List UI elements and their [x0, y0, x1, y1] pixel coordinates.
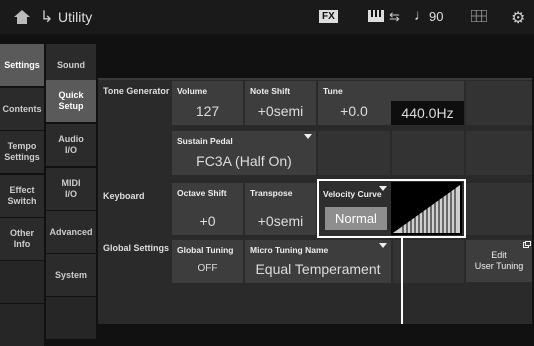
nav-settings[interactable]: Settings — [0, 44, 44, 86]
nav-effect-switch-label: Effect Switch — [7, 185, 37, 206]
dropdown-arrow-icon — [379, 243, 387, 248]
empty-slot-r4 — [393, 240, 464, 283]
octave-shift-label: Octave Shift — [177, 188, 227, 198]
sustain-pedal-value: FC3A (Half On) — [196, 153, 292, 169]
nav-contents[interactable]: Contents — [0, 88, 44, 130]
nav-advanced-label: Advanced — [49, 226, 93, 237]
micro-tuning-name-param[interactable]: Micro Tuning Name Equal Temperament — [245, 240, 391, 283]
back-arrow-icon[interactable]: ↳ — [40, 7, 53, 27]
empty-slot-r1 — [466, 81, 532, 125]
dropdown-arrow-icon — [304, 134, 312, 139]
nav-empty-3 — [46, 297, 96, 339]
note-shift-value: +0semi — [257, 103, 304, 119]
octave-shift-param[interactable]: Octave Shift +0 — [172, 183, 243, 235]
global-tuning-param[interactable]: Global Tuning OFF — [172, 240, 243, 283]
quarter-note-icon: ♩ — [414, 7, 429, 24]
nav-audio-io[interactable]: Audio I/O — [46, 124, 96, 166]
micro-tuning-name-label: Micro Tuning Name — [250, 245, 329, 255]
empty-slot-r2b — [392, 131, 464, 175]
volume-param[interactable]: Volume 127 — [172, 81, 243, 125]
nav-other-info-label: Other Info — [9, 228, 34, 249]
page-title: Utility — [58, 9, 93, 25]
sustain-pedal-label: Sustain Pedal — [177, 136, 233, 146]
usb-icon: ⇆ — [389, 9, 400, 24]
tune-param[interactable]: Tune +0.0 440.0Hz — [318, 81, 464, 125]
window-icon — [523, 241, 531, 248]
nav-advanced[interactable]: Advanced — [46, 211, 96, 253]
nav-contents-label: Contents — [2, 103, 42, 114]
nav-system-label: System — [54, 269, 88, 280]
transpose-value: +0semi — [257, 213, 304, 229]
global-tuning-value: OFF — [197, 263, 218, 274]
note-shift-param[interactable]: Note Shift +0semi — [245, 81, 316, 125]
fx-badge: FX — [319, 10, 338, 23]
gear-icon[interactable]: ⚙ — [511, 8, 525, 28]
sustain-pedal-param[interactable]: Sustain Pedal FC3A (Half On) — [172, 131, 316, 175]
volume-value: 127 — [195, 103, 220, 119]
callout-line — [401, 238, 403, 324]
nav-midi-io-label: MIDI I/O — [61, 178, 81, 199]
octave-shift-value: +0 — [199, 213, 216, 229]
nav-midi-io[interactable]: MIDI I/O — [46, 168, 96, 210]
nav-tempo-settings[interactable]: Tempo Settings — [0, 131, 44, 173]
nav-other-info[interactable]: Other Info — [0, 218, 44, 260]
section-keyboard: Keyboard — [103, 191, 145, 201]
transpose-label: Transpose — [250, 188, 293, 198]
empty-slot-r2c — [466, 131, 532, 175]
home-icon[interactable] — [14, 10, 30, 24]
empty-slot-r2a — [318, 131, 390, 175]
nav-empty-2 — [0, 304, 44, 346]
nav-quick-setup-label: Quick Setup — [58, 90, 84, 111]
edit-user-tuning-label: Edit User Tuning — [474, 250, 524, 271]
empty-slot-r3 — [466, 183, 532, 235]
tune-hz-box: 440.0Hz — [391, 101, 464, 125]
tune-value: +0.0 — [340, 103, 368, 119]
nav-quick-setup[interactable]: Quick Setup — [46, 80, 96, 122]
nav-empty-1 — [0, 261, 44, 303]
section-global-settings: Global Settings — [103, 243, 170, 253]
top-bar: ↳ Utility FX ⇆ ♩ 90 ⚙ — [0, 0, 534, 34]
transpose-param[interactable]: Transpose +0semi — [245, 183, 316, 235]
nav-tempo-settings-label: Tempo Settings — [4, 141, 40, 162]
tempo-value[interactable]: 90 — [429, 9, 443, 24]
micro-tuning-name-value: Equal Temperament — [255, 261, 381, 277]
highlight-frame — [317, 179, 466, 238]
volume-label: Volume — [177, 86, 208, 96]
nav-audio-io-label: Audio I/O — [58, 134, 84, 155]
tune-label: Tune — [323, 86, 343, 96]
nav-settings-label: Settings — [4, 59, 40, 70]
global-tuning-label: Global Tuning — [177, 245, 234, 255]
keyboard-icon — [368, 10, 384, 22]
note-shift-label: Note Shift — [250, 86, 291, 96]
tune-hz-value: 440.0Hz — [401, 105, 454, 121]
section-tone-generator: Tone Generator — [103, 86, 170, 96]
grid-icon[interactable] — [471, 10, 487, 22]
nav-sound-label: Sound — [57, 59, 85, 70]
nav-system[interactable]: System — [46, 254, 96, 296]
nav-effect-switch[interactable]: Effect Switch — [0, 175, 44, 217]
